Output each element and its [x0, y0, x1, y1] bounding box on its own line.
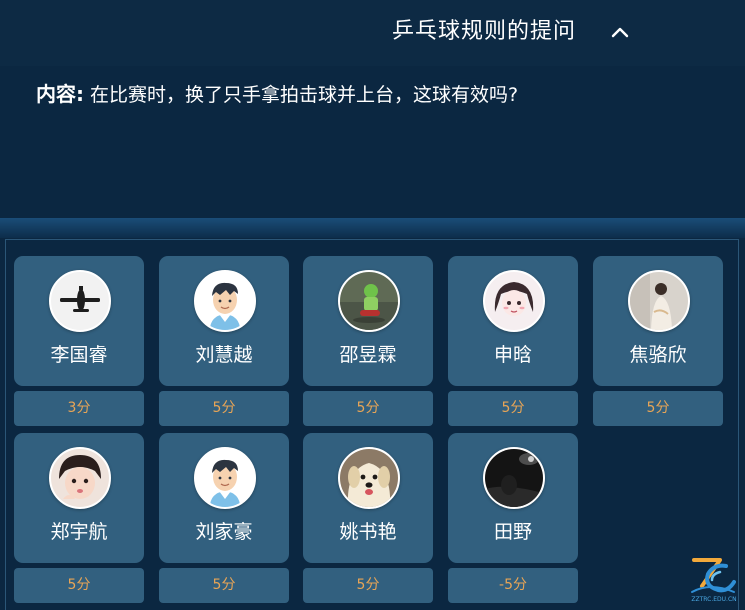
logo-text: ZZTRC.EDU.CN	[691, 596, 737, 603]
student-name: 申晗	[493, 344, 532, 366]
anime-girl-avatar-icon	[483, 270, 545, 332]
student-card[interactable]: 姚书艳	[303, 433, 433, 563]
puppy-avatar-icon	[338, 447, 400, 509]
student-card[interactable]: 申晗	[448, 256, 578, 386]
student-score: 5分	[303, 391, 433, 426]
student-name: 刘家豪	[195, 521, 253, 543]
student-card[interactable]: 李国睿	[14, 256, 144, 386]
child-photo-avatar-icon	[49, 447, 111, 509]
student-item: 姚书艳 5分	[303, 433, 433, 603]
student-score: 5分	[159, 568, 289, 603]
header-bar: 乒乓球规则的提问	[0, 0, 745, 66]
student-score: 5分	[14, 568, 144, 603]
student-score: 3分	[14, 391, 144, 426]
content-label: 内容:	[36, 82, 84, 106]
student-name: 姚书艳	[339, 521, 397, 543]
student-item: 田野 -5分	[448, 433, 578, 603]
student-name: 焦骆欣	[629, 344, 687, 366]
student-item: 李国睿 3分	[14, 256, 144, 426]
page-title: 乒乓球规则的提问	[392, 19, 577, 44]
student-name: 郑宇航	[50, 521, 108, 543]
student-item: 焦骆欣 5分	[593, 256, 723, 426]
default-boy-avatar-icon	[194, 270, 256, 332]
toy-figure-avatar-icon	[338, 270, 400, 332]
student-card[interactable]: 刘家豪	[159, 433, 289, 563]
default-boy-avatar-icon	[194, 447, 256, 509]
student-card[interactable]: 刘慧越	[159, 256, 289, 386]
student-item: 申晗 5分	[448, 256, 578, 426]
student-item: 邵昱霖 5分	[303, 256, 433, 426]
airplane-avatar-icon	[49, 270, 111, 332]
student-score: 5分	[303, 568, 433, 603]
student-item: 郑宇航 5分	[14, 433, 144, 603]
student-score: 5分	[448, 391, 578, 426]
student-name: 刘慧越	[195, 344, 253, 366]
content-text: 在比赛时，换了只手拿拍击球并上台，这球有效吗?	[90, 84, 519, 106]
student-card[interactable]: 焦骆欣	[593, 256, 723, 386]
student-score: -5分	[448, 568, 578, 603]
student-card[interactable]: 田野	[448, 433, 578, 563]
content-line: 内容: 在比赛时，换了只手拿拍击球并上台，这球有效吗?	[36, 80, 518, 109]
student-item: 刘慧越 5分	[159, 256, 289, 426]
student-name: 邵昱霖	[339, 344, 397, 366]
student-item: 刘家豪 5分	[159, 433, 289, 603]
section-divider	[0, 218, 745, 238]
discussion-page: 乒乓球规则的提问 内容: 在比赛时，换了只手拿拍击球并上台，这球有效吗? 李国睿…	[0, 0, 745, 610]
student-card[interactable]: 郑宇航	[14, 433, 144, 563]
student-board: 李国睿 3分 刘慧越 5分 邵昱霖 5分 申晗 5分 焦骆欣 5分 郑宇航 5分…	[5, 239, 739, 610]
student-card[interactable]: 邵昱霖	[303, 256, 433, 386]
student-name: 李国睿	[50, 344, 108, 366]
night-scene-avatar-icon	[483, 447, 545, 509]
student-score: 5分	[159, 391, 289, 426]
chevron-up-icon[interactable]	[606, 20, 634, 44]
girl-photo-avatar-icon	[628, 270, 690, 332]
student-name: 田野	[493, 521, 532, 543]
question-content: 内容: 在比赛时，换了只手拿拍击球并上台，这球有效吗?	[0, 66, 745, 218]
student-score: 5分	[593, 391, 723, 426]
